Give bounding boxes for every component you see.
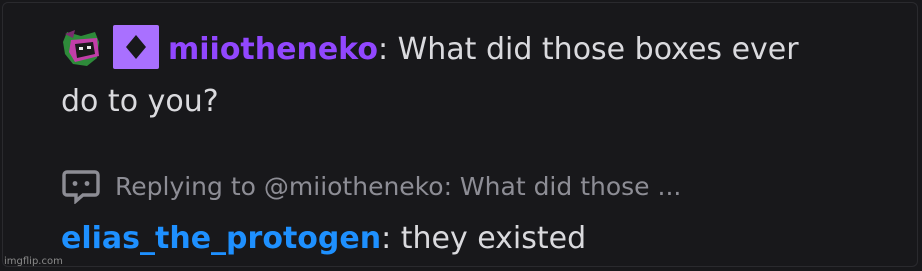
reply-context-label: Replying to @miiotheneko: What did those…: [115, 171, 682, 201]
reply-chat-icon: [61, 168, 101, 205]
chat-username[interactable]: miiotheneko: [168, 32, 378, 67]
reply-username[interactable]: elias_the_protogen: [61, 221, 381, 256]
subscriber-badge-icon[interactable]: [113, 25, 159, 69]
protogen-avatar-badge-icon[interactable]: [61, 28, 105, 68]
chat-message: miiotheneko: What did those boxes ever d…: [61, 24, 841, 128]
reply-separator: :: [381, 221, 392, 256]
imgflip-watermark: imgflip.com: [4, 256, 63, 267]
reply-message-text: they existed: [391, 221, 587, 256]
reply-context[interactable]: Replying to @miiotheneko: What did those…: [61, 166, 681, 206]
reply-chat-message: elias_the_protogen: they existed: [61, 214, 586, 264]
chat-separator: :: [377, 32, 389, 67]
